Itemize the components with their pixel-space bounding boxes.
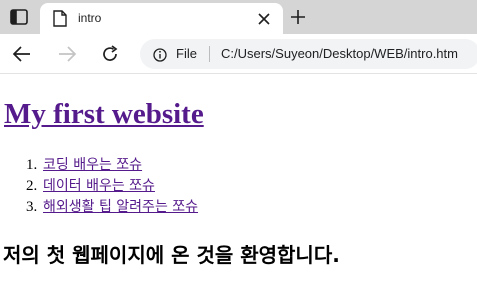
- page-title-link[interactable]: My first website: [4, 98, 204, 130]
- info-icon[interactable]: [153, 47, 167, 62]
- list-item: 2. 데이터 배우는 쪼슈: [26, 176, 198, 197]
- file-favicon: [53, 10, 67, 27]
- address-bar[interactable]: File C:/Users/Suyeon/Desktop/WEB/intro.h…: [140, 39, 477, 69]
- back-arrow-icon[interactable]: [12, 44, 32, 64]
- link-list: 1. 코딩 배우는 쪼슈 2. 데이터 배우는 쪼슈 3. 해외생활 팁 알려주…: [26, 155, 198, 218]
- data-link[interactable]: 데이터 배우는 쪼슈: [43, 176, 155, 197]
- tab-strip: intro: [0, 0, 477, 34]
- omnibox-divider: [209, 46, 210, 62]
- plus-icon[interactable]: [290, 9, 306, 25]
- list-number: 3.: [26, 199, 38, 215]
- welcome-heading: 저의 첫 웹페이지에 온 것을 환영합니다.: [3, 243, 340, 267]
- tab-title: intro: [78, 11, 102, 25]
- page-title: My first website: [4, 97, 204, 131]
- tab-actions-icon[interactable]: [8, 7, 30, 27]
- list-item: 3. 해외생활 팁 알려주는 쪼슈: [26, 197, 198, 218]
- list-item: 1. 코딩 배우는 쪼슈: [26, 155, 198, 176]
- close-icon[interactable]: [257, 11, 271, 25]
- forward-arrow-icon[interactable]: [57, 44, 77, 64]
- url-text[interactable]: C:/Users/Suyeon/Desktop/WEB/intro.htm: [221, 46, 458, 61]
- page-content: My first website 1. 코딩 배우는 쪼슈 2. 데이터 배우는…: [0, 75, 477, 307]
- site-info-label[interactable]: File: [176, 46, 197, 61]
- tab-intro[interactable]: intro: [40, 3, 283, 34]
- reload-icon[interactable]: [100, 44, 120, 64]
- overseas-tips-link[interactable]: 해외생활 팁 알려주는 쪼슈: [43, 197, 198, 218]
- browser-toolbar: File C:/Users/Suyeon/Desktop/WEB/intro.h…: [0, 34, 477, 74]
- coding-link[interactable]: 코딩 배우는 쪼슈: [43, 155, 142, 176]
- list-number: 2.: [26, 178, 38, 194]
- list-number: 1.: [26, 157, 38, 173]
